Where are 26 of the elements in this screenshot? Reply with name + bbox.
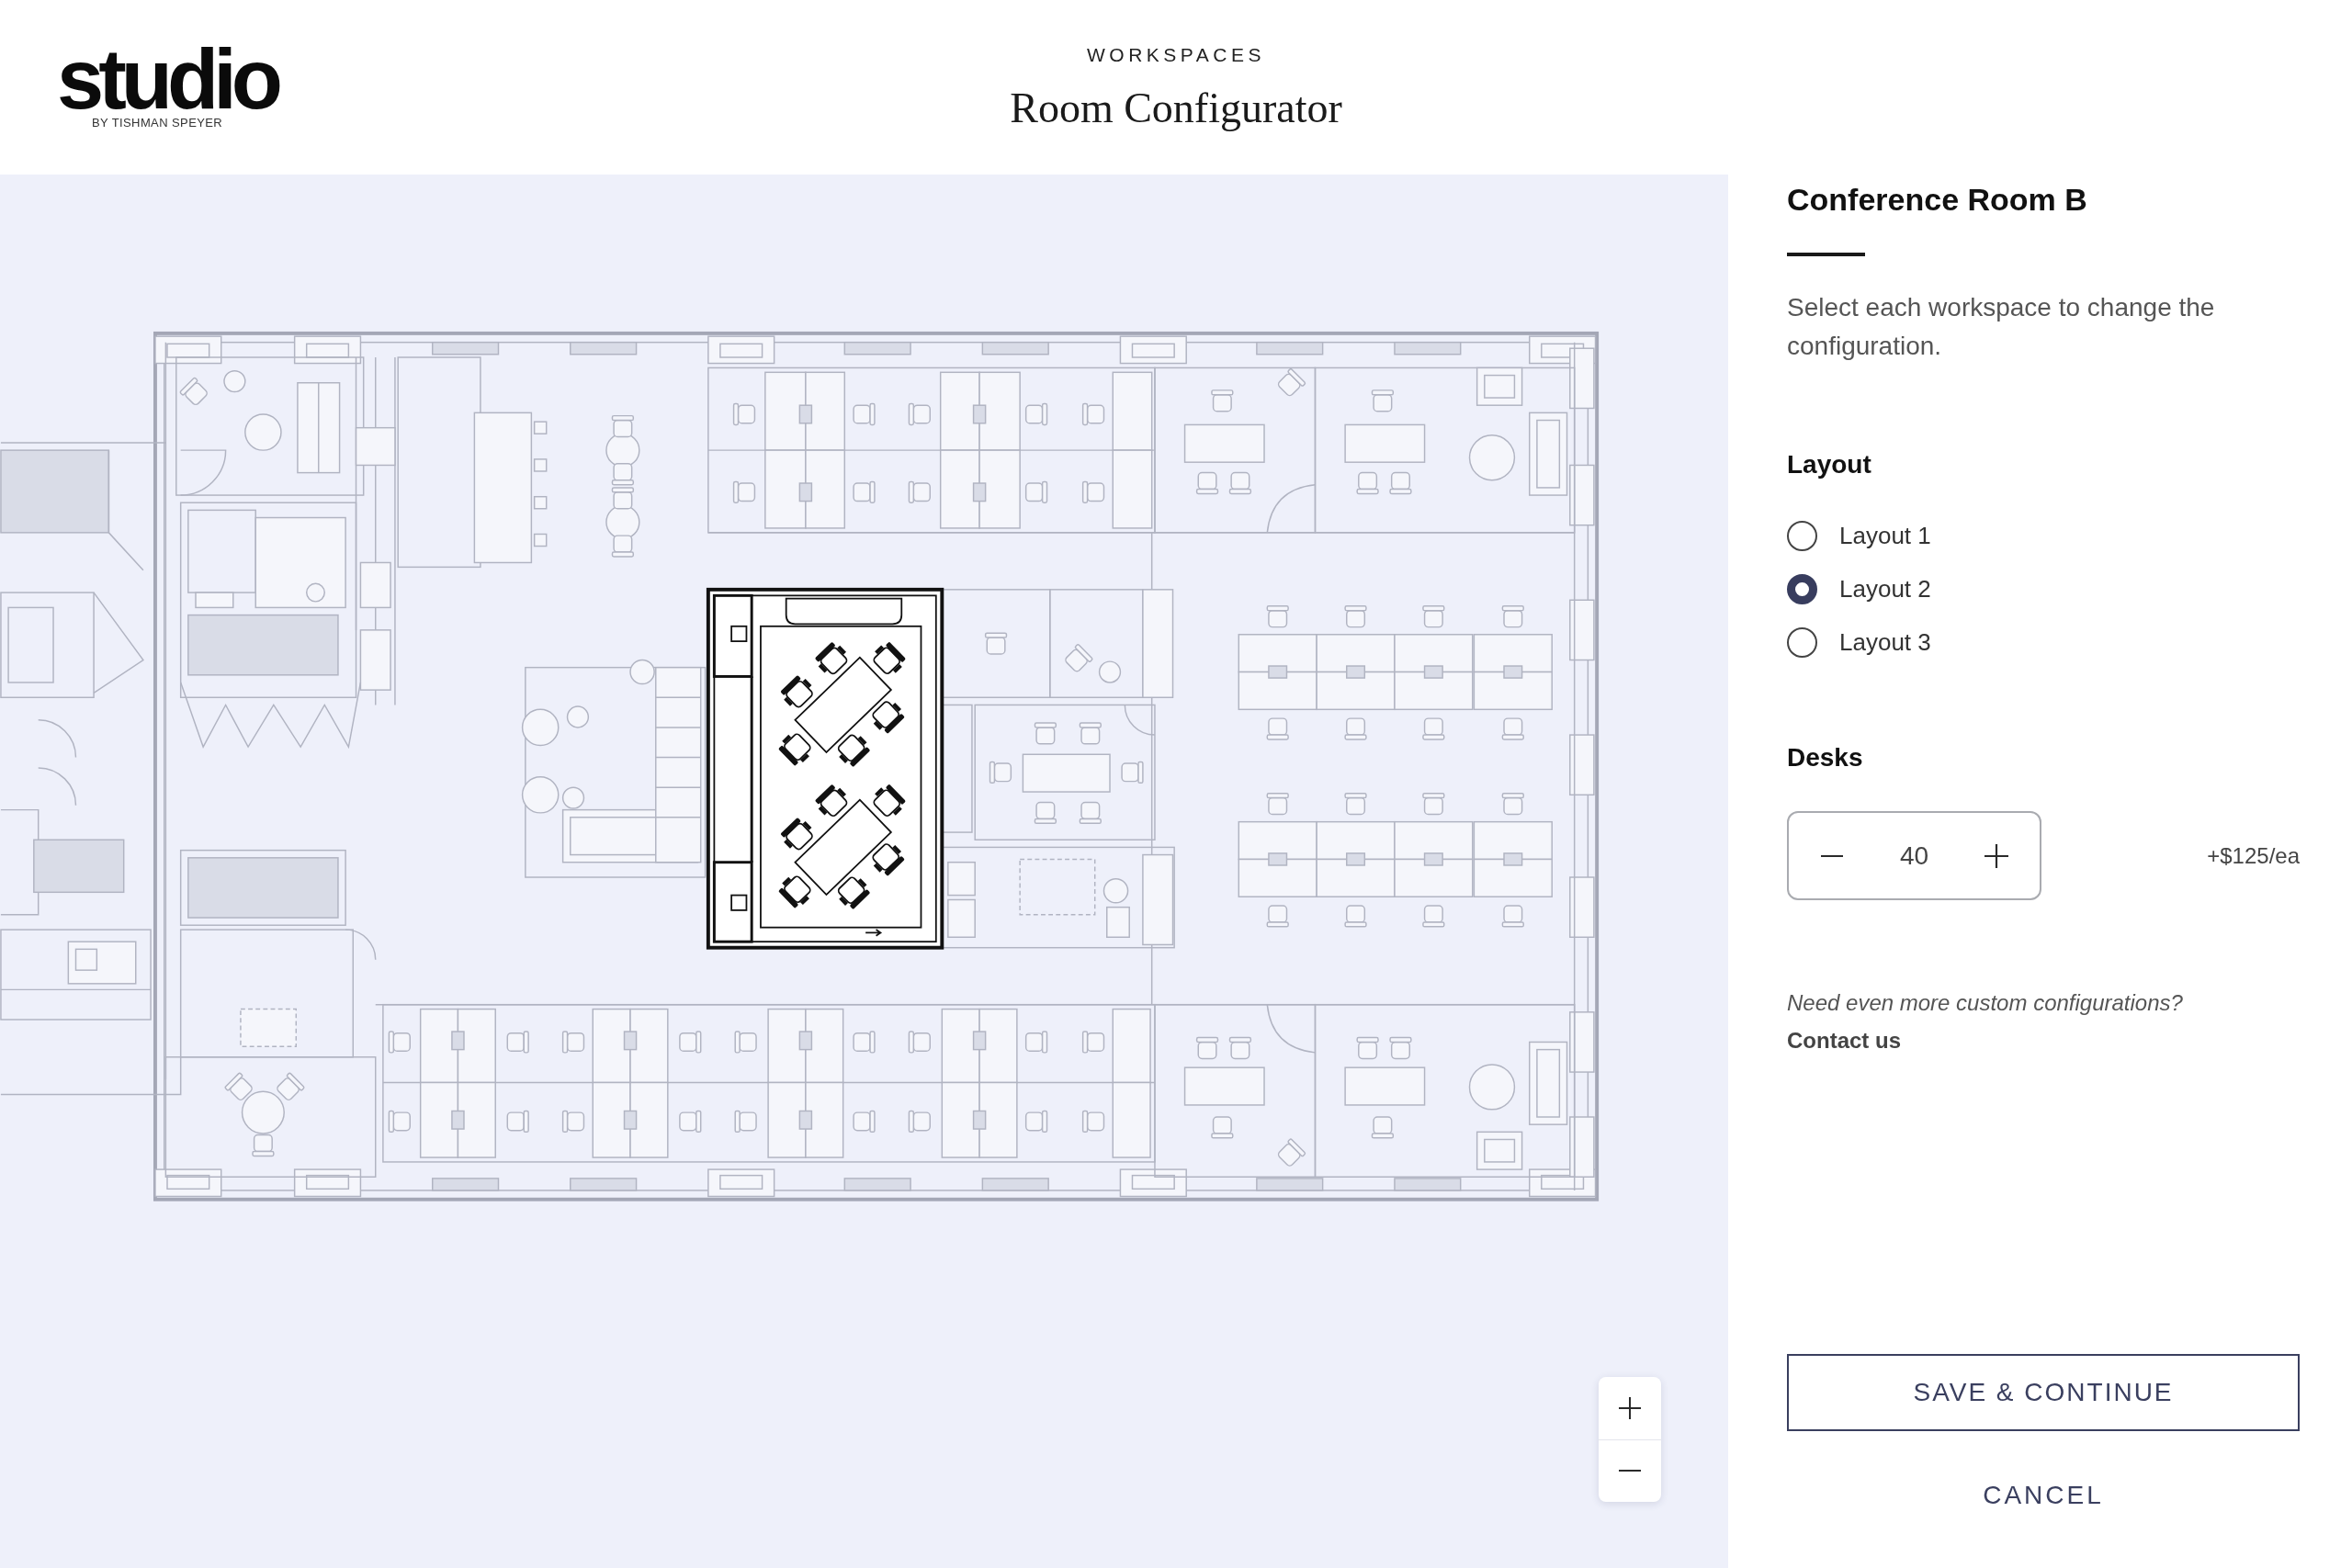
help-text: Need even more custom configurations? (1787, 989, 2183, 1017)
logo-tagline: BY TISHMAN SPEYER (92, 116, 223, 130)
conference-room-drawing[interactable] (706, 587, 944, 950)
cancel-button[interactable]: CANCEL (1975, 1477, 2111, 1514)
contact-link[interactable]: Contact us (1787, 1024, 1901, 1057)
minus-icon (1619, 1470, 1641, 1472)
save-continue-button[interactable]: SAVE & CONTINUE (1787, 1354, 2300, 1431)
description-text: Select each workspace to change the configuration. (1787, 292, 2216, 362)
room-title: Conference Room B (1787, 181, 2087, 218)
plus-icon (1619, 1396, 1641, 1419)
section-heading: Layout (1787, 449, 1871, 480)
desk-count: 40 (1899, 840, 1929, 872)
section-heading: Desks (1787, 742, 1863, 773)
section-eyebrow: WORKSPACES (1087, 43, 1265, 67)
radio-label[interactable]: Layout 1 (1839, 520, 1931, 551)
plus-icon (1984, 843, 2008, 868)
price-text: +$125/ea (2207, 841, 2300, 870)
logo-wordmark: studio (57, 42, 277, 116)
radio-button[interactable] (1787, 520, 1817, 551)
radio-button[interactable] (1787, 626, 1817, 658)
page-title: Room Configurator (1010, 84, 1342, 133)
minus-icon (1820, 854, 1844, 857)
desk-stepper[interactable]: 40 (1787, 811, 2041, 900)
radio-button[interactable] (1787, 573, 1817, 604)
radio-label[interactable]: Layout 3 (1839, 626, 1931, 658)
radio-label[interactable]: Layout 2 (1839, 573, 1931, 604)
